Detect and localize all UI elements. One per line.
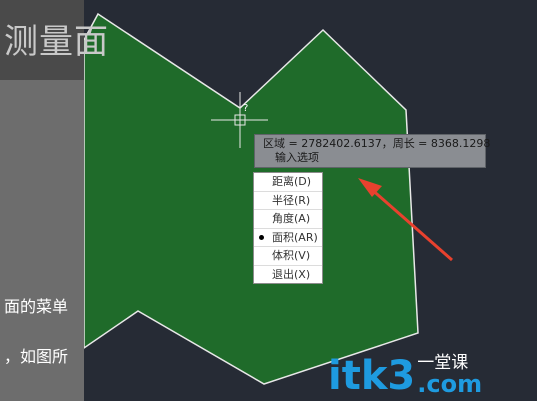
menu-item-label: 面积(AR) xyxy=(272,230,318,244)
tutorial-page-overlay: 测量面 面的菜单 ，如图所 xyxy=(0,0,108,401)
menu-item-exit[interactable]: 退出(X) xyxy=(254,266,322,284)
selected-bullet-icon xyxy=(259,234,264,240)
menu-item-label: 角度(A) xyxy=(272,212,311,225)
menu-item-distance[interactable]: 距离(D) xyxy=(254,173,322,192)
menu-item-volume[interactable]: 体积(V) xyxy=(254,247,322,266)
menu-item-angle[interactable]: 角度(A) xyxy=(254,210,322,229)
input-prompt: 输入选项 xyxy=(275,151,319,164)
watermark-latin: itk3 xyxy=(328,353,416,399)
menu-item-label: 距离(D) xyxy=(272,175,312,188)
menu-item-label: 退出(X) xyxy=(272,267,311,281)
page-title: 测量面 xyxy=(4,22,109,62)
measure-options-menu: 距离(D) 半径(R) 角度(A) 面积(AR) 体积(V) 退出(X) xyxy=(253,172,323,284)
measurement-tooltip: 区域 = 2782402.6137，周长 = 8368.1298 输入选项 xyxy=(254,134,490,168)
title-band: 测量面 xyxy=(0,0,108,80)
cursor-question-mark: ? xyxy=(243,103,248,114)
watermark-domain: .com xyxy=(417,370,483,398)
measurement-result: 区域 = 2782402.6137，周长 = 8368.1298 xyxy=(263,137,491,150)
site-watermark: itk3 一堂课 .com xyxy=(328,350,482,396)
menu-item-area[interactable]: 面积(AR) xyxy=(254,229,322,247)
menu-item-label: 体积(V) xyxy=(272,249,311,262)
body-text-line: ，如图所 xyxy=(4,347,69,366)
measured-area-polygon[interactable] xyxy=(83,12,419,385)
menu-item-radius[interactable]: 半径(R) xyxy=(254,192,322,210)
body-text-line: 面的菜单 xyxy=(4,297,69,316)
menu-item-label: 半径(R) xyxy=(272,193,311,207)
